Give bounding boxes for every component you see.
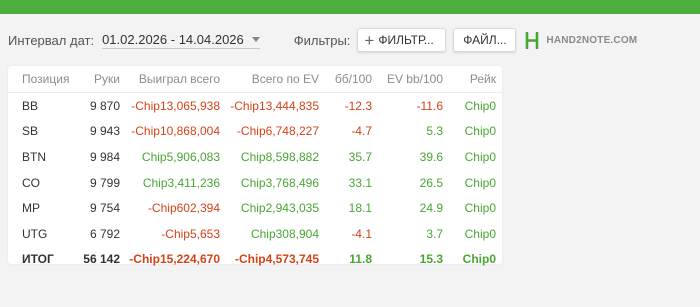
cell-bb100: -12.3 [344, 98, 372, 113]
cell-position: BTN [22, 149, 46, 164]
cell-rake: Chip0 [464, 149, 496, 164]
cell-bb100: 18.1 [348, 201, 372, 216]
cell-ev: Chip308,904 [250, 226, 319, 241]
cell-rake: Chip0 [464, 201, 496, 216]
cell-ev-bb100: 3.7 [426, 226, 443, 241]
cell-bb100: 11.8 [349, 252, 372, 267]
cell-ev-bb100: 24.9 [419, 201, 443, 216]
filter-button-label: ФИЛЬТР... [378, 33, 434, 47]
cell-ev: Chip8,598,882 [240, 149, 319, 164]
cell-ev-bb100: 26.5 [419, 175, 443, 190]
logo-text: HAND2NOTE.COM [546, 34, 638, 46]
position-stats-table: Позиция Руки Выиграл всего Всего по EV б… [8, 66, 502, 272]
cell-position: UTG [22, 226, 48, 241]
column-header-position[interactable]: Позиция [8, 66, 72, 93]
cell-rake: Chip0 [462, 252, 496, 267]
column-header-ev-bb100[interactable]: EV bb/100 [378, 66, 449, 93]
cell-ev: -Chip13,444,835 [230, 98, 319, 113]
cell-ev-bb100: 5.3 [426, 124, 443, 139]
cell-won: Chip5,906,083 [141, 149, 220, 164]
cell-hands: 56 142 [83, 252, 120, 267]
cell-won: -Chip5,653 [161, 226, 220, 241]
column-header-won-total[interactable]: Выиграл всего [126, 66, 226, 93]
cell-hands: 9 799 [89, 175, 120, 190]
cell-hands: 9 984 [89, 149, 120, 164]
cell-position: CO [22, 175, 40, 190]
column-header-hands[interactable]: Руки [72, 66, 126, 93]
filter-button[interactable]: + ФИЛЬТР... [357, 28, 447, 52]
cell-won: -Chip10,868,004 [131, 124, 220, 139]
file-button-label: ФАЙЛ... [463, 33, 507, 47]
stats-panel: Позиция Руки Выиграл всего Всего по EV б… [8, 66, 502, 266]
cell-hands: 9 943 [89, 124, 120, 139]
cell-position: ИТОГ [22, 252, 54, 267]
table-row[interactable]: BB 9 870 -Chip13,065,938 -Chip13,444,835… [8, 93, 502, 119]
table-row[interactable]: MP 9 754 -Chip602,394 Chip2,943,035 18.1… [8, 195, 502, 221]
date-range-value: 01.02.2026 - 14.04.2026 [102, 31, 244, 47]
cell-ev-bb100: 39.6 [419, 149, 443, 164]
plus-icon: + [364, 30, 375, 50]
cell-bb100: -4.7 [351, 124, 372, 139]
hand2note-logo: HAND2NOTE.COM [524, 31, 638, 49]
table-row[interactable]: UTG 6 792 -Chip5,653 Chip308,904 -4.1 3.… [8, 221, 502, 247]
column-header-rake[interactable]: Рейк [449, 66, 502, 93]
cell-ev: -Chip4,573,745 [234, 252, 319, 267]
cell-position: MP [22, 201, 40, 216]
cell-ev: Chip2,943,035 [240, 201, 319, 216]
filters-label: Фильтры: [293, 32, 351, 48]
cell-bb100: 33.1 [348, 175, 372, 190]
cell-rake: Chip0 [464, 98, 496, 113]
chevron-down-icon [251, 36, 260, 42]
table-row[interactable]: SB 9 943 -Chip10,868,004 -Chip6,748,227 … [8, 119, 502, 145]
cell-rake: Chip0 [464, 226, 496, 241]
cell-won: -Chip15,224,670 [129, 252, 220, 267]
cell-won: Chip3,411,236 [142, 175, 220, 190]
cell-hands: 9 754 [89, 201, 120, 216]
cell-won: -Chip13,065,938 [131, 98, 220, 113]
toolbar: Интервал дат: 01.02.2026 - 14.04.2026 Фи… [8, 26, 692, 54]
cell-ev-bb100: 15.3 [419, 252, 443, 267]
cell-rake: Chip0 [464, 124, 496, 139]
cell-position: BB [22, 98, 39, 113]
cell-ev: Chip3,768,496 [240, 175, 319, 190]
cell-hands: 6 792 [89, 226, 120, 241]
file-button[interactable]: ФАЙЛ... [453, 28, 517, 52]
hand2note-logo-icon [526, 31, 539, 49]
table-row[interactable]: BTN 9 984 Chip5,906,083 Chip8,598,882 35… [8, 144, 502, 170]
column-header-ev-total[interactable]: Всего по EV [226, 66, 325, 93]
date-range-picker[interactable]: 01.02.2026 - 14.04.2026 [102, 32, 260, 49]
cell-bb100: -4.1 [351, 226, 372, 241]
top-bar [0, 0, 700, 14]
cell-won: -Chip602,394 [147, 201, 220, 216]
table-header-row: Позиция Руки Выиграл всего Всего по EV б… [8, 66, 502, 93]
table-total-row[interactable]: ИТОГ 56 142 -Chip15,224,670 -Chip4,573,7… [8, 247, 502, 273]
cell-hands: 9 870 [89, 98, 120, 113]
cell-rake: Chip0 [464, 175, 496, 190]
table-row[interactable]: CO 9 799 Chip3,411,236 Chip3,768,496 33.… [8, 170, 502, 196]
cell-position: SB [22, 124, 39, 139]
cell-ev-bb100: -11.6 [416, 98, 443, 113]
cell-ev: -Chip6,748,227 [236, 124, 319, 139]
interval-label: Интервал дат: [8, 32, 95, 48]
column-header-bb100[interactable]: бб/100 [325, 66, 378, 93]
cell-bb100: 35.7 [348, 149, 372, 164]
